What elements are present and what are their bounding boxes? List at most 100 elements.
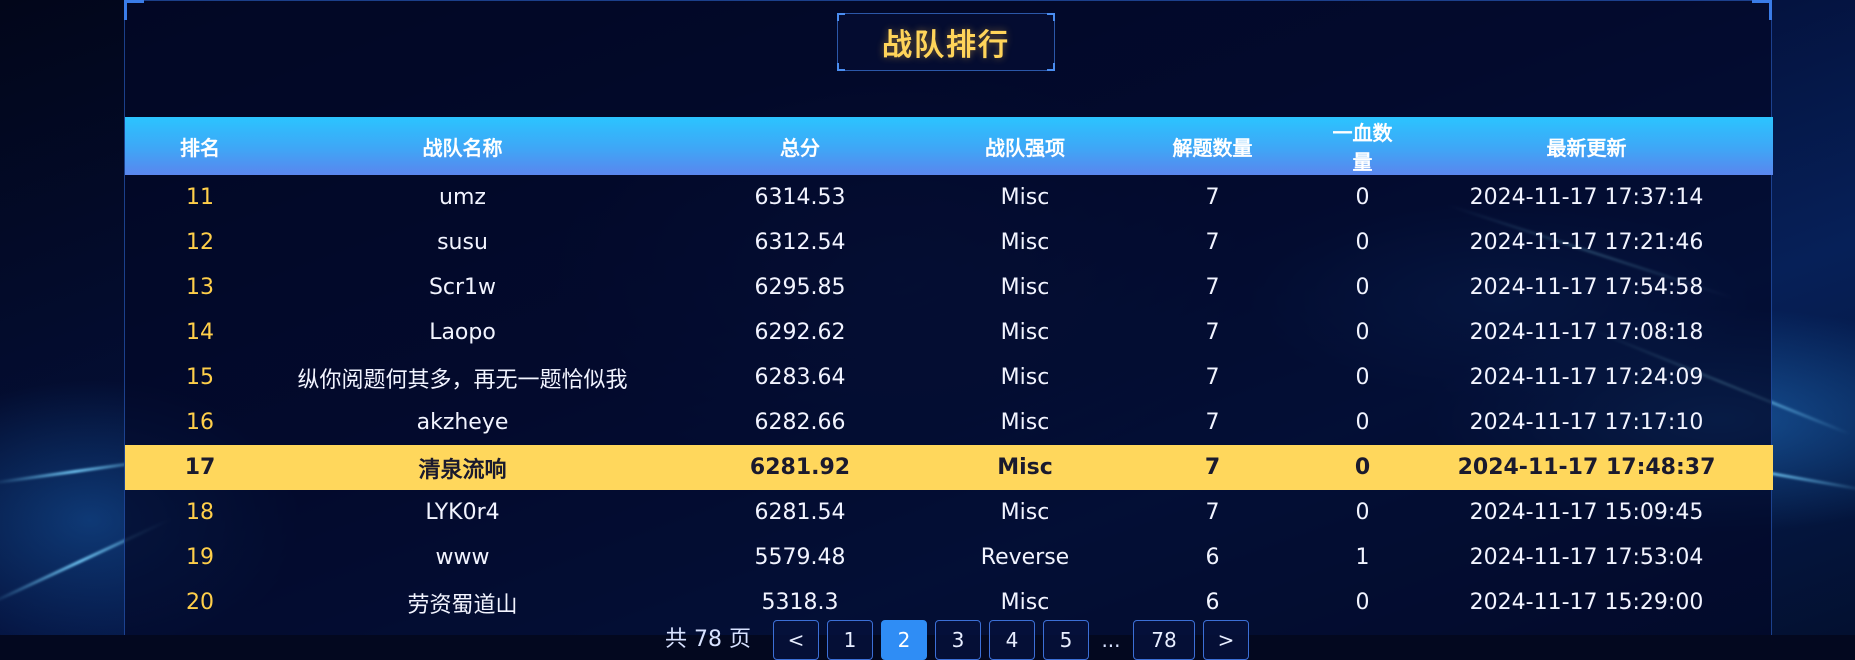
cell-solved: 7 [1100, 265, 1325, 310]
table-row[interactable]: 15 纵你阅题何其多，再无一题恰似我 6283.64 Misc 7 0 2024… [125, 355, 1773, 400]
cell-team-name: umz [275, 175, 650, 220]
cell-solved: 7 [1100, 490, 1325, 535]
cell-rank: 20 [125, 580, 275, 625]
cell-score: 5318.3 [650, 580, 950, 625]
cell-rank: 14 [125, 310, 275, 355]
cell-first-blood: 0 [1325, 310, 1400, 355]
cell-strength: Reverse [950, 535, 1100, 580]
cell-first-blood: 0 [1325, 490, 1400, 535]
cell-updated: 2024-11-17 15:29:00 [1400, 580, 1773, 625]
cell-score: 6314.53 [650, 175, 950, 220]
cell-score: 6295.85 [650, 265, 950, 310]
pagination-ellipsis: ... [1097, 620, 1125, 660]
table-row[interactable]: 20 劳资蜀道山 5318.3 Misc 6 0 2024-11-17 15:2… [125, 580, 1773, 625]
table-row[interactable]: 14 Laopo 6292.62 Misc 7 0 2024-11-17 17:… [125, 310, 1773, 355]
cell-solved: 7 [1100, 175, 1325, 220]
cell-solved: 7 [1100, 220, 1325, 265]
cell-score: 6281.92 [650, 445, 950, 490]
cell-team-name: Scr1w [275, 265, 650, 310]
cell-first-blood: 0 [1325, 445, 1400, 490]
cell-team-name: www [275, 535, 650, 580]
cell-rank: 16 [125, 400, 275, 445]
cell-rank: 18 [125, 490, 275, 535]
cell-strength: Misc [950, 175, 1100, 220]
cell-team-name: akzheye [275, 400, 650, 445]
cell-solved: 7 [1100, 445, 1325, 490]
cell-strength: Misc [950, 265, 1100, 310]
cell-rank: 17 [125, 445, 275, 490]
cell-team-name: LYK0r4 [275, 490, 650, 535]
ranking-panel: 战队排行 排名 战队名称 总分 战队强项 解题数量 一血数量 最新更新 11 u… [124, 0, 1772, 635]
page-button-1[interactable]: 1 [827, 620, 873, 660]
cell-solved: 7 [1100, 355, 1325, 400]
cell-team-name: Laopo [275, 310, 650, 355]
cell-first-blood: 0 [1325, 265, 1400, 310]
page-button-2-active[interactable]: 2 [881, 620, 927, 660]
page-button-4[interactable]: 4 [989, 620, 1035, 660]
table-row-current-team[interactable]: 17 清泉流响 6281.92 Misc 7 0 2024-11-17 17:4… [125, 445, 1773, 490]
cell-team-name: 清泉流响 [275, 445, 650, 490]
cell-rank: 19 [125, 535, 275, 580]
cell-updated: 2024-11-17 17:53:04 [1400, 535, 1773, 580]
table-row[interactable]: 13 Scr1w 6295.85 Misc 7 0 2024-11-17 17:… [125, 265, 1773, 310]
table-row[interactable]: 16 akzheye 6282.66 Misc 7 0 2024-11-17 1… [125, 400, 1773, 445]
cell-strength: Misc [950, 445, 1100, 490]
cell-solved: 6 [1100, 535, 1325, 580]
cell-updated: 2024-11-17 17:17:10 [1400, 400, 1773, 445]
cell-updated: 2024-11-17 17:24:09 [1400, 355, 1773, 400]
panel-corner [124, 0, 144, 20]
cell-updated: 2024-11-17 17:48:37 [1400, 445, 1773, 490]
cell-team-name: 纵你阅题何其多，再无一题恰似我 [275, 355, 650, 400]
cell-rank: 13 [125, 265, 275, 310]
table-row[interactable]: 19 www 5579.48 Reverse 6 1 2024-11-17 17… [125, 535, 1773, 580]
column-header-strength[interactable]: 战队强项 [950, 117, 1100, 175]
pagination-total-pages: 共 78 页 [665, 620, 751, 660]
cell-first-blood: 0 [1325, 175, 1400, 220]
column-header-first-blood-count[interactable]: 一血数量 [1325, 117, 1400, 175]
column-header-last-updated[interactable]: 最新更新 [1400, 117, 1773, 175]
table-row[interactable]: 18 LYK0r4 6281.54 Misc 7 0 2024-11-17 15… [125, 490, 1773, 535]
page-button-5[interactable]: 5 [1043, 620, 1089, 660]
cell-first-blood: 1 [1325, 535, 1400, 580]
column-header-team-name[interactable]: 战队名称 [275, 117, 650, 175]
cell-strength: Misc [950, 220, 1100, 265]
cell-first-blood: 0 [1325, 355, 1400, 400]
pagination: 共 78 页 < 1 2 3 4 5 ... 78 > [665, 620, 1249, 660]
cell-updated: 2024-11-17 17:21:46 [1400, 220, 1773, 265]
next-page-button[interactable]: > [1203, 620, 1249, 660]
panel-corner [1752, 0, 1772, 20]
cell-score: 5579.48 [650, 535, 950, 580]
cell-score: 6281.54 [650, 490, 950, 535]
cell-strength: Misc [950, 580, 1100, 625]
cell-strength: Misc [950, 355, 1100, 400]
page-title: 战队排行 [882, 20, 1010, 64]
cell-strength: Misc [950, 310, 1100, 355]
cell-score: 6283.64 [650, 355, 950, 400]
cell-rank: 15 [125, 355, 275, 400]
cell-score: 6292.62 [650, 310, 950, 355]
column-header-total-score[interactable]: 总分 [650, 117, 950, 175]
cell-first-blood: 0 [1325, 400, 1400, 445]
table-row[interactable]: 11 umz 6314.53 Misc 7 0 2024-11-17 17:37… [125, 175, 1773, 220]
page-button-3[interactable]: 3 [935, 620, 981, 660]
cell-first-blood: 0 [1325, 580, 1400, 625]
table-header: 排名 战队名称 总分 战队强项 解题数量 一血数量 最新更新 [125, 117, 1773, 175]
cell-updated: 2024-11-17 17:37:14 [1400, 175, 1773, 220]
last-page-button[interactable]: 78 [1133, 620, 1195, 660]
column-header-rank[interactable]: 排名 [125, 117, 275, 175]
cell-updated: 2024-11-17 15:09:45 [1400, 490, 1773, 535]
title-frame: 战队排行 [837, 13, 1055, 71]
cell-updated: 2024-11-17 17:08:18 [1400, 310, 1773, 355]
cell-first-blood: 0 [1325, 220, 1400, 265]
cell-updated: 2024-11-17 17:54:58 [1400, 265, 1773, 310]
cell-solved: 7 [1100, 310, 1325, 355]
cell-solved: 6 [1100, 580, 1325, 625]
column-header-solved-count[interactable]: 解题数量 [1100, 117, 1325, 175]
prev-page-button[interactable]: < [773, 620, 819, 660]
cell-team-name: 劳资蜀道山 [275, 580, 650, 625]
table-row[interactable]: 12 susu 6312.54 Misc 7 0 2024-11-17 17:2… [125, 220, 1773, 265]
cell-solved: 7 [1100, 400, 1325, 445]
cell-strength: Misc [950, 490, 1100, 535]
cell-rank: 11 [125, 175, 275, 220]
ranking-table: 排名 战队名称 总分 战队强项 解题数量 一血数量 最新更新 11 umz 63… [125, 117, 1773, 625]
